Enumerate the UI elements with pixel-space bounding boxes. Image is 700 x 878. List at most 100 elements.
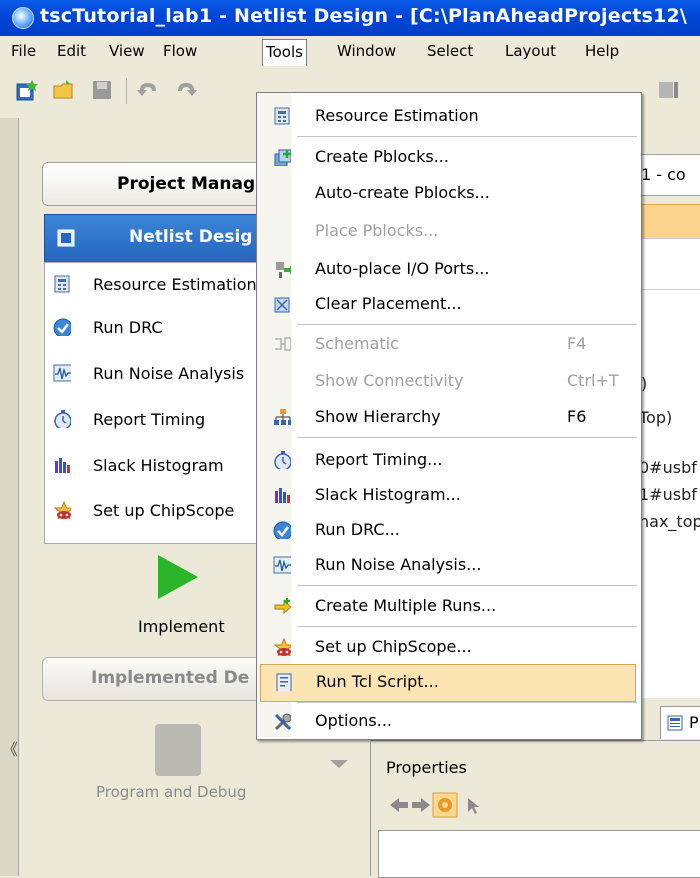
multiple-runs-icon (274, 598, 291, 615)
back-icon[interactable] (388, 795, 410, 815)
stopwatch-icon (274, 451, 291, 469)
implemented-design-label: Implemented De (91, 668, 250, 688)
chevron-down-icon[interactable] (330, 760, 348, 768)
stopwatch-icon (54, 410, 71, 428)
window-title: tscTutorial_lab1 - Netlist Design - [C:\… (40, 5, 688, 27)
toolbar-separator (126, 78, 127, 104)
menu-view[interactable]: View (106, 40, 148, 62)
menu-separator (297, 702, 637, 703)
menu-item-label: Report Timing... (315, 450, 443, 469)
content-line: 1#usbf (639, 485, 697, 504)
bottom-tab-label: P (689, 713, 699, 732)
list-item-label: Run DRC (93, 318, 163, 337)
content-line: hax_top (639, 512, 700, 531)
menu-item-run-noise-analysis[interactable]: Run Noise Analysis... (257, 548, 641, 584)
menu-item-label: Create Multiple Runs... (315, 596, 497, 615)
redo-icon[interactable] (174, 78, 198, 102)
chipscope-icon (273, 638, 291, 656)
bottom-tab[interactable]: P (660, 706, 700, 739)
menu-item-label: Run Noise Analysis... (315, 555, 482, 574)
menu-item-slack-histogram[interactable]: Slack Histogram... (257, 478, 641, 514)
auto-place-io-icon (276, 262, 291, 278)
auto-update-icon[interactable] (432, 792, 458, 818)
noise-icon (53, 364, 71, 382)
create-pblocks-icon (274, 149, 291, 166)
app-icon (12, 7, 34, 29)
menu-item-label: Show Connectivity (315, 371, 464, 390)
menu-item-options[interactable]: Options... (257, 704, 641, 740)
collapse-left-icon[interactable]: 《 (2, 736, 18, 760)
netlist-design-label: Netlist Desig (129, 227, 253, 247)
menu-item-show-hierarchy[interactable]: Show Hierarchy F6 (257, 400, 641, 436)
menu-item-label: Clear Placement... (315, 294, 462, 313)
menu-item-auto-place-io-ports[interactable]: Auto-place I/O Ports... (257, 252, 641, 288)
menu-item-label: Run DRC... (315, 520, 400, 539)
menu-item-shortcut: Ctrl+T (567, 371, 619, 390)
program-debug-icon[interactable] (155, 724, 201, 776)
menu-separator (297, 437, 637, 438)
menu-item-run-drc[interactable]: Run DRC... (257, 513, 641, 549)
menu-item-resource-estimation[interactable]: Resource Estimation (257, 99, 641, 135)
menu-item-label: Place Pblocks... (315, 221, 439, 240)
menu-item-label: Set up ChipScope... (315, 637, 472, 656)
menu-separator (297, 585, 637, 586)
properties-body (378, 830, 700, 878)
menu-window[interactable]: Window (334, 40, 399, 62)
implement-run-icon[interactable] (158, 555, 198, 599)
open-folder-icon[interactable] (52, 78, 76, 102)
menu-bar: File Edit View Flow Tools Window Select … (0, 36, 700, 66)
tcl-script-icon (276, 673, 292, 691)
menu-help[interactable]: Help (582, 40, 622, 62)
netlist-design-icon (57, 229, 75, 247)
implement-label[interactable]: Implement (138, 617, 225, 636)
menu-item-set-up-chipscope[interactable]: Set up ChipScope... (257, 630, 641, 666)
checkmark-icon (273, 521, 291, 539)
histogram-icon (275, 488, 290, 503)
menu-select[interactable]: Select (424, 40, 476, 62)
menu-item-label: Slack Histogram... (315, 485, 461, 504)
menu-separator (297, 626, 637, 627)
title-bar: tscTutorial_lab1 - Netlist Design - [C:\… (0, 0, 700, 36)
menu-tools[interactable]: Tools (262, 39, 307, 66)
menu-item-shortcut: F6 (567, 407, 587, 426)
content-line: 0#usbf (639, 458, 697, 477)
histogram-icon (55, 458, 70, 473)
menu-item-report-timing[interactable]: Report Timing... (257, 443, 641, 479)
menu-edit[interactable]: Edit (54, 40, 89, 62)
cursor-icon[interactable] (466, 796, 480, 816)
new-project-icon[interactable] (14, 78, 38, 102)
view-tab-label: 1 - co (641, 165, 686, 184)
list-item-label: Set up ChipScope (93, 501, 235, 520)
program-and-debug-label[interactable]: Program and Debug (96, 783, 246, 801)
clear-placement-icon (274, 297, 290, 313)
menu-item-clear-placement[interactable]: Clear Placement... (257, 287, 641, 323)
content-line: Top) (639, 408, 673, 427)
menu-item-label: Run Tcl Script... (316, 672, 439, 691)
menu-item-run-tcl-script[interactable]: Run Tcl Script... (260, 664, 636, 702)
menu-file[interactable]: File (8, 40, 39, 62)
menu-item-label: Options... (315, 711, 392, 730)
menu-item-auto-create-pblocks[interactable]: Auto-create Pblocks... (257, 176, 641, 212)
resource-estimation-icon (54, 275, 70, 293)
forward-icon[interactable] (410, 795, 432, 815)
undo-icon[interactable] (136, 78, 160, 102)
menu-item-label: Show Hierarchy (315, 407, 441, 426)
menu-flow[interactable]: Flow (160, 40, 200, 62)
toolbar-partial-icon[interactable] (656, 78, 680, 102)
list-item-label: Resource Estimation (93, 275, 257, 294)
menu-item-schematic: Schematic F4 (257, 327, 641, 363)
menu-layout[interactable]: Layout (502, 40, 559, 62)
chipscope-icon (53, 501, 71, 519)
list-item-label: Run Noise Analysis (93, 364, 245, 383)
menu-item-place-pblocks: Place Pblocks... (257, 214, 641, 250)
menu-item-create-multiple-runs[interactable]: Create Multiple Runs... (257, 589, 641, 625)
properties-title: Properties (386, 758, 467, 777)
hierarchy-icon (274, 409, 291, 425)
menu-item-create-pblocks[interactable]: Create Pblocks... (257, 140, 641, 176)
tools-menu: Resource Estimation Create Pblocks... Au… (256, 92, 642, 740)
options-icon (274, 713, 291, 730)
menu-separator (297, 324, 637, 325)
project-manager-label: Project Manag (117, 174, 256, 194)
menu-item-label: Schematic (315, 334, 399, 353)
save-icon[interactable] (90, 78, 114, 102)
